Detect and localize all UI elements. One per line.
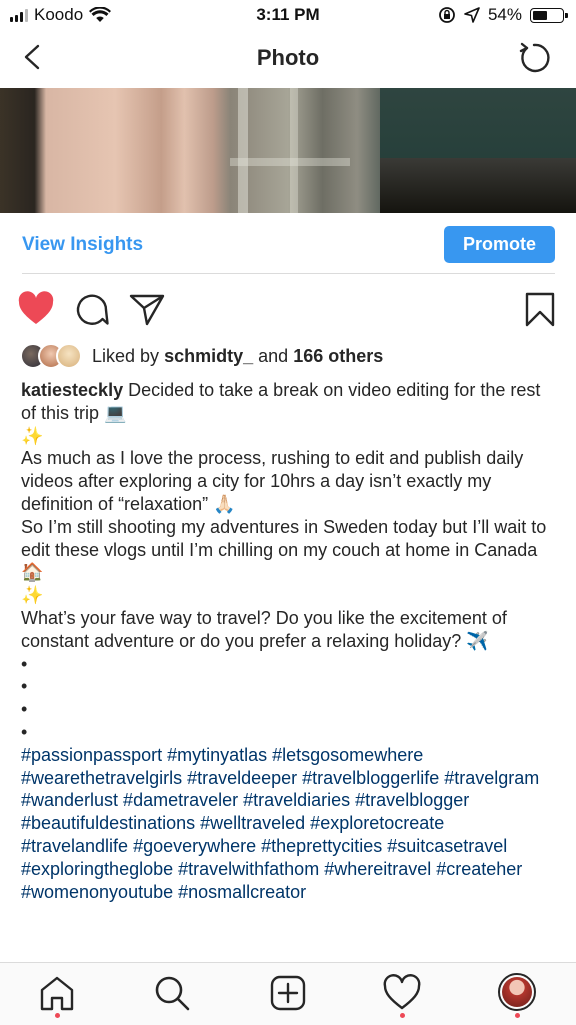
caption-line: • (21, 653, 28, 674)
caption-line: What’s your fave way to travel? Do you l… (21, 607, 507, 651)
likes-middle: and (258, 345, 289, 366)
search-icon[interactable] (152, 973, 192, 1013)
home-icon[interactable] (37, 973, 77, 1013)
refresh-icon[interactable] (516, 40, 552, 76)
post-actions (0, 285, 576, 333)
location-icon (464, 7, 480, 23)
nav-bar: Photo (0, 30, 576, 88)
status-bar: Koodo 3:11 PM 54% (0, 0, 576, 30)
battery-icon (530, 7, 568, 23)
caption-line: ✨ (21, 585, 44, 606)
liker-username[interactable]: schmidty_ (164, 346, 253, 367)
caption-line: • (21, 721, 28, 742)
screen-lock-icon (439, 7, 455, 23)
paper-plane-icon[interactable] (127, 289, 167, 329)
bottom-tab-bar (0, 962, 576, 1025)
likes-prefix: Liked by (92, 345, 160, 366)
likes-count[interactable]: 166 others (293, 346, 383, 367)
caption-line: As much as I love the process, rushing t… (21, 448, 524, 514)
caption-line: • (21, 699, 28, 720)
insights-row: View Insights Promote (0, 213, 576, 275)
likes-row[interactable]: Liked by schmidty_ and 166 others (20, 340, 383, 372)
profile-tab-avatar[interactable] (498, 973, 536, 1011)
view-insights-link[interactable]: View Insights (22, 234, 143, 256)
promote-button[interactable]: Promote (444, 226, 555, 263)
post-caption: katiesteckly Decided to take a break on … (21, 379, 556, 903)
battery-percent: 54% (487, 5, 522, 24)
comment-icon[interactable] (72, 289, 112, 329)
caption-line: • (21, 676, 28, 697)
heart-outline-icon[interactable] (382, 973, 422, 1013)
activity-notification-dot (400, 1013, 405, 1018)
caption-line: ✨ (21, 425, 44, 446)
avatar (502, 977, 532, 1007)
plus-square-icon[interactable] (268, 973, 308, 1013)
liker-avatars (20, 343, 82, 369)
status-right: 54% (438, 5, 568, 25)
heart-filled-icon[interactable] (16, 289, 56, 329)
caption-hashtags[interactable]: #passionpassport #mytinyatlas #letsgosom… (21, 744, 556, 904)
caption-username[interactable]: katiesteckly (21, 380, 123, 400)
bookmark-icon[interactable] (520, 289, 560, 329)
caption-line: So I’m still shooting my adventures in S… (21, 516, 547, 583)
avatar (56, 343, 82, 369)
page-title: Photo (256, 45, 320, 70)
profile-notification-dot (515, 1013, 520, 1018)
divider (22, 273, 555, 274)
post-photo[interactable] (0, 88, 576, 213)
home-notification-dot (55, 1013, 60, 1018)
